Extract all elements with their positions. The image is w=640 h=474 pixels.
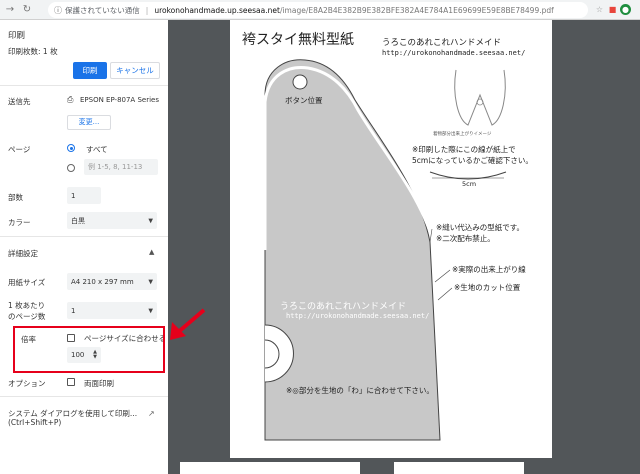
color-value: 白黒	[71, 216, 85, 225]
forward-icon[interactable]: →	[3, 3, 17, 17]
open-external-icon[interactable]: ↗	[148, 409, 155, 418]
system-dialog-shortcut: (Ctrl+Shift+P)	[8, 418, 62, 427]
watermark-url: http://urokonohandmade.seesaa.net/	[286, 312, 430, 320]
address-bar[interactable]: ⓘ 保護されていない通信 | urokonohandmade.up.seesaa…	[48, 2, 588, 18]
copies-label: 部数	[8, 193, 23, 202]
color-label: カラー	[8, 218, 31, 227]
print-preview-page: 袴スタイ無料型紙 うろこのあれこれハンドメイド http://urokonoha…	[230, 20, 552, 458]
copies-input[interactable]: 1	[67, 187, 101, 204]
divider	[0, 236, 168, 237]
finished-image-label: 着物部分出来上がりイメージ	[433, 132, 492, 137]
pages-all-radio[interactable]	[67, 144, 75, 152]
chevron-down-icon: ▼	[148, 217, 153, 224]
copies-value: 1	[71, 191, 76, 200]
reload-icon[interactable]: ↻	[20, 3, 34, 17]
browser-toolbar: → ↻ ⓘ 保護されていない通信 | urokonohandmade.up.se…	[0, 0, 640, 20]
next-preview-page	[180, 462, 360, 474]
pages-per-sheet-select[interactable]: 1 ▼	[67, 302, 157, 319]
button-position-label: ボタン位置	[285, 96, 323, 105]
options-label: オプション	[8, 379, 46, 388]
pages-all-label: すべて	[86, 145, 108, 154]
note-print-check-1: ※印刷した際にこの線が紙上で	[412, 145, 516, 154]
preview-brand-url: http://urokonohandmade.seesaa.net/	[382, 49, 526, 57]
print-button[interactable]: 印刷	[73, 62, 107, 79]
info-icon[interactable]: ⓘ	[54, 5, 62, 16]
star-icon[interactable]: ☆	[594, 4, 605, 15]
print-settings-panel: 印刷 印刷枚数: 1 枚 印刷 キャンセル 送信先 ⎙ EPSON EP-807…	[0, 20, 168, 474]
next-preview-page	[394, 462, 524, 474]
paper-size-label: 用紙サイズ	[8, 278, 46, 287]
printer-icon: ⎙	[67, 95, 74, 104]
divider	[0, 85, 168, 86]
printer-name: EPSON EP-807A Series	[80, 96, 159, 104]
paper-size-value: A4 210 x 297 mm	[71, 277, 134, 286]
profile-avatar[interactable]: ●	[620, 4, 631, 15]
cancel-button[interactable]: キャンセル	[110, 62, 160, 79]
chevron-down-icon: ▼	[148, 278, 153, 285]
paper-size-select[interactable]: A4 210 x 297 mm ▼	[67, 273, 157, 290]
pages-custom-input[interactable]: 例 1-5, 8, 11-13	[84, 159, 158, 175]
advanced-settings-label: 詳細設定	[8, 249, 38, 258]
duplex-label: 両面印刷	[84, 379, 114, 388]
chevron-up-icon[interactable]: ▲	[149, 248, 154, 256]
change-destination-button[interactable]: 変更...	[67, 115, 111, 130]
red-arrow-icon	[170, 308, 206, 340]
note-print-check-2: 5cmになっているかご確認下さい。	[412, 156, 533, 165]
pages-per-sheet-label-2: のページ数	[8, 312, 46, 321]
url-host: urokonohandmade.up.seesaa.net	[154, 5, 280, 15]
watermark-brand: うろこのあれこれハンドメイド	[280, 302, 407, 312]
preview-title: 袴スタイ無料型紙	[242, 32, 354, 48]
pages-per-sheet-label-1: 1 枚あたり	[8, 301, 46, 310]
extension-icon[interactable]: ■	[607, 4, 618, 15]
highlight-box	[13, 326, 165, 373]
note-cut-line: ※生地のカット位置	[454, 283, 521, 292]
pages-per-sheet-value: 1	[71, 306, 76, 315]
note-fold: ※◎部分を生地の「わ」に合わせて下さい。	[286, 386, 434, 395]
color-select[interactable]: 白黒 ▼	[67, 212, 157, 229]
security-label: 保護されていない通信	[65, 5, 140, 15]
duplex-checkbox[interactable]	[67, 378, 75, 386]
destination-label: 送信先	[8, 97, 31, 106]
note-finished-line: ※実際の出来上がり線	[452, 265, 526, 274]
note-seam-2: ※二次配布禁止。	[436, 234, 495, 243]
pages-custom-radio[interactable]	[67, 164, 75, 172]
sheet-count: 印刷枚数: 1 枚	[8, 47, 58, 56]
pages-custom-placeholder: 例 1-5, 8, 11-13	[88, 163, 143, 171]
preview-brand: うろこのあれこれハンドメイド	[382, 38, 502, 48]
measure-5cm-label: 5cm	[462, 180, 477, 188]
pages-label: ページ	[8, 145, 31, 154]
address-separator: |	[145, 5, 149, 15]
chevron-down-icon: ▼	[148, 307, 153, 314]
panel-title: 印刷	[8, 31, 26, 41]
note-seam-1: ※縫い代込みの型紙です。	[436, 223, 525, 232]
url-path: /image/E8A2B4E382B9E382BFE382A4E784A1E69…	[279, 5, 554, 15]
divider	[0, 396, 168, 397]
